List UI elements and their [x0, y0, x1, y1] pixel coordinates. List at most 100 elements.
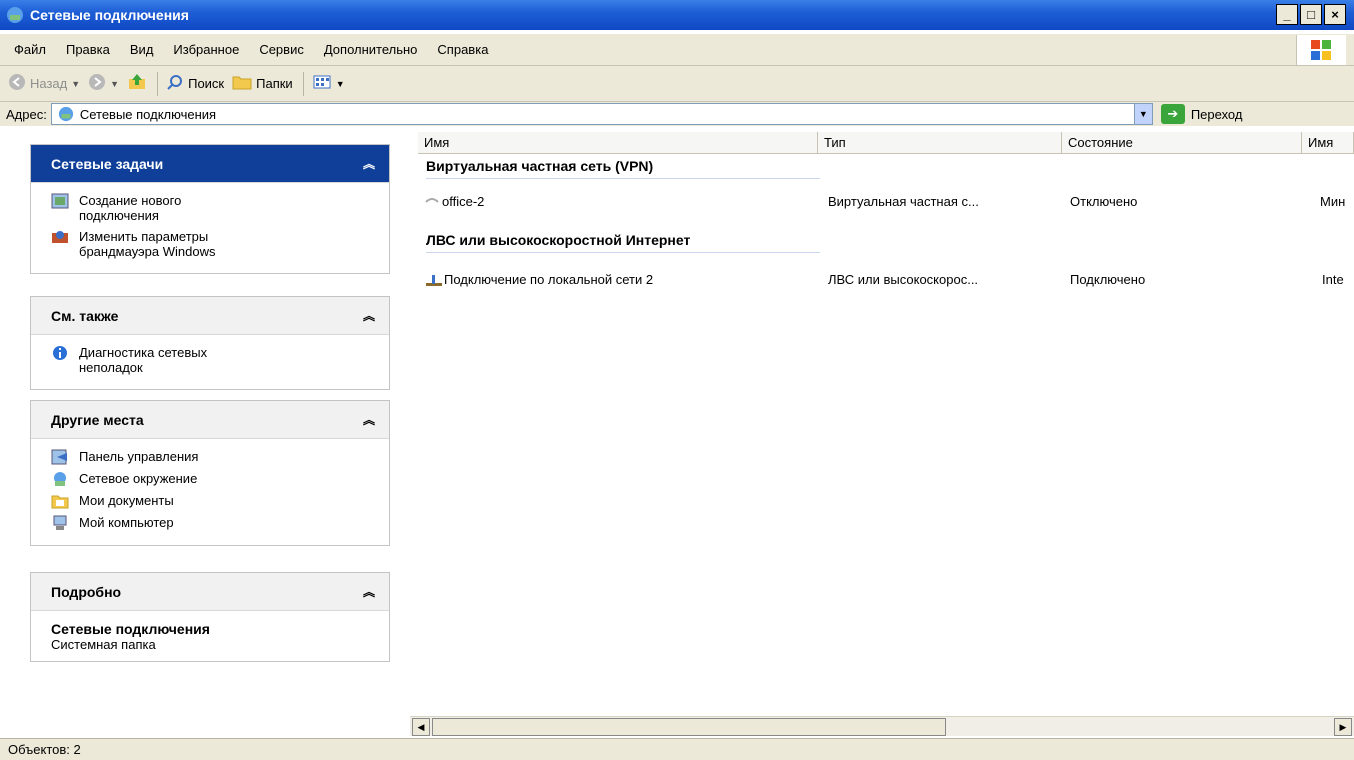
views-button[interactable]: ▼: [312, 73, 345, 94]
collapse-icon[interactable]: ︽: [363, 155, 375, 172]
folders-icon: [232, 73, 252, 94]
place-network-neighborhood[interactable]: Сетевое окружение: [51, 471, 373, 487]
see-also-header[interactable]: См. также ︽: [31, 297, 389, 335]
forward-dropdown-icon[interactable]: ▼: [110, 79, 119, 89]
toolbar: Назад ▼ ▼ Поиск Папки ▼: [0, 66, 1354, 102]
lan-connection-icon: [424, 272, 444, 288]
other-places-panel: Другие места ︽ Панель управления Сетевое…: [30, 400, 390, 546]
scroll-left-icon[interactable]: ◀: [412, 718, 430, 736]
menu-view[interactable]: Вид: [130, 42, 154, 57]
menu-edit[interactable]: Правка: [66, 42, 110, 57]
place-label: Сетевое окружение: [79, 471, 198, 486]
horizontal-scrollbar[interactable]: ◀ ▶: [410, 716, 1354, 736]
up-button[interactable]: [127, 73, 147, 94]
network-connections-icon: [58, 106, 74, 122]
column-owner[interactable]: Имя: [1302, 132, 1354, 154]
window-controls: _ □ ×: [1276, 4, 1346, 25]
network-connections-icon: [6, 6, 24, 24]
item-owner: Мин: [1320, 194, 1346, 209]
address-field[interactable]: Сетевые подключения ▼: [50, 103, 1153, 125]
views-icon: [312, 73, 332, 94]
folders-label: Папки: [256, 76, 293, 91]
address-dropdown-icon[interactable]: ▼: [1133, 104, 1152, 124]
views-dropdown-icon[interactable]: ▼: [336, 79, 345, 89]
go-icon: ➔: [1160, 104, 1185, 124]
scroll-thumb[interactable]: [432, 718, 946, 736]
list-item[interactable]: Подключение по локальной сети 2 ЛВС или …: [410, 272, 1354, 292]
back-button[interactable]: Назад ▼: [8, 73, 80, 94]
see-also-title: См. также: [51, 307, 119, 324]
column-status[interactable]: Состояние: [1062, 132, 1302, 154]
place-label: Мой компьютер: [79, 515, 174, 530]
search-button[interactable]: Поиск: [166, 73, 224, 94]
column-type[interactable]: Тип: [818, 132, 1062, 154]
close-button[interactable]: ×: [1324, 4, 1346, 25]
other-places-title: Другие места: [51, 411, 144, 428]
window-title: Сетевые подключения: [30, 7, 189, 23]
menu-tools[interactable]: Сервис: [259, 42, 304, 57]
toolbar-separator: [302, 71, 304, 96]
details-header[interactable]: Подробно ︽: [31, 573, 389, 611]
task-create-connection[interactable]: Создание нового подключения: [51, 193, 373, 223]
menu-advanced[interactable]: Дополнительно: [324, 42, 418, 57]
collapse-icon[interactable]: ︽: [363, 583, 375, 600]
see-also-diagnostics[interactable]: Диагностика сетевых неполадок: [51, 345, 373, 375]
title-bar: Сетевые подключения _ □ ×: [0, 0, 1354, 30]
details-desc: Системная папка: [51, 637, 156, 652]
task-firewall-settings[interactable]: Изменить параметры брандмауэра Windows: [51, 229, 373, 259]
address-label: Адрес:: [6, 106, 47, 122]
up-icon: [127, 73, 147, 94]
network-neighborhood-icon: [51, 471, 69, 487]
group-title: Виртуальная частная сеть (VPN): [426, 158, 654, 174]
see-also-label: Диагностика сетевых неполадок: [79, 345, 208, 375]
firewall-icon: [51, 229, 69, 245]
forward-button[interactable]: ▼: [88, 73, 119, 94]
details-title: Подробно: [51, 583, 122, 600]
see-also-body: Диагностика сетевых неполадок: [31, 335, 389, 389]
scroll-right-icon[interactable]: ▶: [1334, 718, 1352, 736]
column-name[interactable]: Имя: [418, 132, 818, 154]
file-list: Имя Тип Состояние Имя Виртуальная частна…: [410, 128, 1354, 716]
item-status: Отключено: [1070, 194, 1138, 209]
status-bar: Объектов: 2: [0, 738, 1354, 760]
address-value: Сетевые подключения: [79, 106, 217, 122]
forward-icon: [88, 73, 106, 94]
new-connection-icon: [51, 193, 69, 209]
item-name: Подключение по локальной сети 2: [444, 272, 654, 287]
maximize-button[interactable]: □: [1300, 4, 1322, 25]
back-dropdown-icon[interactable]: ▼: [71, 79, 80, 89]
network-tasks-body: Создание нового подключения Изменить пар…: [31, 183, 389, 273]
item-owner: Inte: [1322, 272, 1344, 287]
details-name: Сетевые подключения: [51, 621, 210, 637]
menu-help[interactable]: Справка: [437, 42, 488, 57]
status-text: Объектов: 2: [8, 742, 81, 757]
see-also-panel: См. также ︽ Диагностика сетевых неполадо…: [30, 296, 390, 390]
other-places-header[interactable]: Другие места ︽: [31, 401, 389, 439]
windows-logo-icon: [1296, 35, 1346, 65]
list-item[interactable]: office-2 Виртуальная частная с... Отключ…: [410, 194, 1354, 214]
task-pane: Сетевые задачи ︽ Создание нового подключ…: [0, 128, 410, 738]
place-my-computer[interactable]: Мой компьютер: [51, 515, 373, 531]
network-tasks-header[interactable]: Сетевые задачи ︽: [31, 145, 389, 183]
back-icon: [8, 73, 26, 94]
toolbar-separator: [157, 71, 159, 96]
network-tasks-title: Сетевые задачи: [51, 155, 164, 172]
go-button[interactable]: ➔ Переход: [1160, 104, 1242, 124]
vpn-connection-icon: [424, 194, 440, 208]
back-label: Назад: [30, 76, 68, 91]
item-type: ЛВС или высокоскорос...: [828, 272, 979, 287]
place-control-panel[interactable]: Панель управления: [51, 449, 373, 465]
address-bar: Адрес: Сетевые подключения ▼ ➔ Переход: [0, 102, 1354, 126]
search-label: Поиск: [188, 76, 225, 91]
group-divider: [426, 178, 820, 179]
collapse-icon[interactable]: ︽: [363, 411, 375, 428]
menu-favorites[interactable]: Избранное: [173, 42, 239, 57]
network-tasks-panel: Сетевые задачи ︽ Создание нового подключ…: [30, 144, 390, 274]
minimize-button[interactable]: _: [1276, 4, 1298, 25]
collapse-icon[interactable]: ︽: [363, 307, 375, 324]
item-status: Подключено: [1070, 272, 1146, 287]
place-my-documents[interactable]: Мои документы: [51, 493, 373, 509]
place-label: Мои документы: [79, 493, 174, 508]
menu-file[interactable]: Файл: [14, 42, 46, 57]
folders-button[interactable]: Папки: [232, 73, 293, 94]
